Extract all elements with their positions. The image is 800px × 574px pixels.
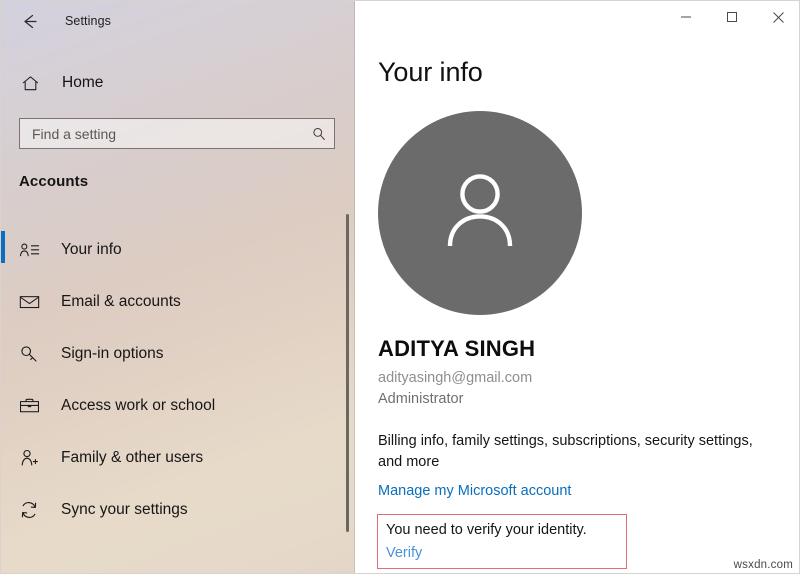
- minimize-icon[interactable]: [663, 1, 709, 33]
- verify-link[interactable]: Verify: [386, 545, 422, 561]
- envelope-icon: [17, 294, 41, 310]
- window-titlebar: Settings: [1, 1, 355, 41]
- account-role: Administrator: [378, 391, 464, 407]
- sidebar-scrollbar-thumb[interactable]: [346, 214, 349, 532]
- home-icon: [19, 74, 41, 93]
- content-pane: Your info ADITYA SINGH adityasingh@gmail…: [356, 1, 799, 573]
- person-plus-icon: [17, 448, 41, 468]
- sidebar-item-sync-your-settings[interactable]: Sync your settings: [1, 484, 355, 536]
- account-name: ADITYA SINGH: [378, 336, 536, 361]
- search-input[interactable]: [20, 119, 304, 148]
- window-controls: [663, 1, 799, 33]
- sidebar-item-label: Email & accounts: [61, 293, 181, 310]
- avatar: [378, 111, 582, 315]
- verify-identity-box: You need to verify your identity. Verify: [377, 514, 627, 569]
- sidebar-item-sign-in-options[interactable]: Sign-in options: [1, 328, 355, 380]
- page-title: Your info: [378, 57, 483, 87]
- briefcase-icon: [17, 397, 41, 415]
- sidebar-item-label: Your info: [61, 241, 122, 258]
- sidebar-item-label: Family & other users: [61, 449, 204, 466]
- sidebar-item-label: Sign-in options: [61, 345, 164, 362]
- watermark: wsxdn.com: [733, 559, 793, 571]
- sidebar-item-label: Sync your settings: [61, 501, 188, 518]
- sidebar-item-access-work-or-school[interactable]: Access work or school: [1, 380, 355, 432]
- sidebar-item-label: Home: [62, 74, 104, 91]
- selection-indicator: [1, 231, 5, 263]
- maximize-icon[interactable]: [709, 1, 755, 33]
- close-icon[interactable]: [755, 1, 799, 33]
- sidebar-item-email-accounts[interactable]: Email & accounts: [1, 276, 355, 328]
- search-box[interactable]: [19, 118, 335, 149]
- sidebar: Settings Home Accounts: [1, 1, 355, 573]
- sidebar-item-family-other-users[interactable]: Family & other users: [1, 432, 355, 484]
- person-avatar-icon: [432, 163, 528, 264]
- account-email: adityasingh@gmail.com: [378, 370, 533, 386]
- billing-description: Billing info, family settings, subscript…: [378, 433, 753, 470]
- sidebar-item-your-info[interactable]: Your info: [1, 224, 355, 276]
- sidebar-item-home[interactable]: Home: [1, 65, 355, 101]
- sync-icon: [17, 500, 41, 520]
- search-icon[interactable]: [304, 126, 334, 142]
- app-title: Settings: [65, 14, 111, 28]
- key-icon: [17, 344, 41, 364]
- settings-window: Settings Home Accounts: [0, 0, 800, 574]
- sidebar-section-title: Accounts: [19, 173, 89, 190]
- back-arrow-icon[interactable]: [7, 5, 51, 37]
- contact-card-icon: [17, 241, 41, 259]
- verify-identity-message: You need to verify your identity.: [386, 522, 587, 538]
- sidebar-item-label: Access work or school: [61, 397, 216, 414]
- manage-microsoft-account-link[interactable]: Manage my Microsoft account: [378, 483, 571, 499]
- sidebar-nav: Your info Email & accounts Sign-in optio…: [1, 224, 355, 536]
